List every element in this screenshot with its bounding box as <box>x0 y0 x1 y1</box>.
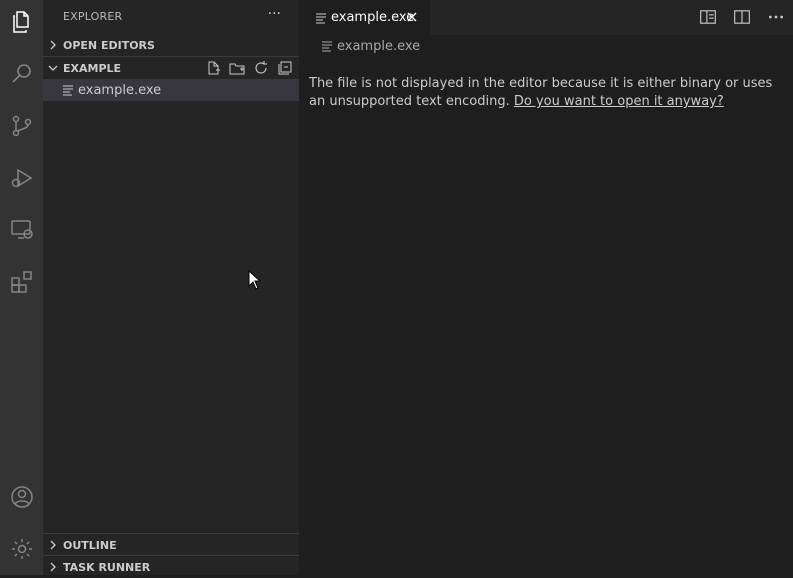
open-preview-icon[interactable] <box>699 8 717 26</box>
tab-example-exe[interactable]: example.exe <box>299 0 430 35</box>
breadcrumb-label: example.exe <box>337 38 421 54</box>
source-control-icon[interactable] <box>0 106 43 146</box>
editor-area: example.exe example.exe The file is not … <box>299 0 793 575</box>
new-folder-icon[interactable] <box>229 60 245 76</box>
section-outline[interactable]: OUTLINE <box>43 533 299 556</box>
activity-bar <box>0 0 43 575</box>
close-icon[interactable] <box>405 10 419 24</box>
new-file-icon[interactable] <box>205 60 221 76</box>
chevron-down-icon <box>43 62 63 74</box>
search-icon[interactable] <box>0 54 43 94</box>
section-label: TASK RUNNER <box>63 560 151 574</box>
explorer-icon[interactable] <box>0 2 43 42</box>
section-actions <box>205 60 293 76</box>
sidebar-title: EXPLORER <box>63 10 123 23</box>
collapse-all-icon[interactable] <box>277 60 293 76</box>
section-label: OPEN EDITORS <box>63 38 155 52</box>
run-debug-icon[interactable] <box>0 158 43 198</box>
section-label: OUTLINE <box>63 538 117 552</box>
editor-actions <box>699 8 785 26</box>
breadcrumb[interactable]: example.exe <box>321 37 420 55</box>
extensions-icon[interactable] <box>0 262 43 302</box>
mouse-cursor-icon <box>248 270 262 290</box>
open-anyway-link[interactable]: Do you want to open it anyway? <box>514 94 724 109</box>
file-name: example.exe <box>78 82 162 98</box>
explorer-sidebar: EXPLORER ··· OPEN EDITORS EXAMPLE exampl… <box>43 0 299 575</box>
refresh-icon[interactable] <box>253 60 269 76</box>
settings-gear-icon[interactable] <box>0 529 43 569</box>
file-lines-icon <box>63 85 73 96</box>
file-item-example-exe[interactable]: example.exe <box>43 79 299 101</box>
split-editor-icon[interactable] <box>733 8 751 26</box>
more-actions-icon[interactable] <box>767 8 785 26</box>
tab-label: example.exe <box>331 10 415 25</box>
file-lines-icon <box>316 12 326 24</box>
chevron-right-icon <box>43 539 63 551</box>
chevron-right-icon <box>43 39 63 51</box>
section-open-editors[interactable]: OPEN EDITORS <box>43 34 299 56</box>
chevron-right-icon <box>43 561 63 573</box>
binary-file-message: The file is not displayed in the editor … <box>309 75 779 111</box>
tab-bar: example.exe <box>299 0 793 35</box>
section-label: EXAMPLE <box>63 61 122 75</box>
remote-explorer-icon[interactable] <box>0 210 43 250</box>
more-actions-icon[interactable]: ··· <box>268 6 281 22</box>
section-example[interactable]: EXAMPLE <box>43 56 299 79</box>
account-icon[interactable] <box>0 477 43 517</box>
file-lines-icon <box>322 41 332 52</box>
